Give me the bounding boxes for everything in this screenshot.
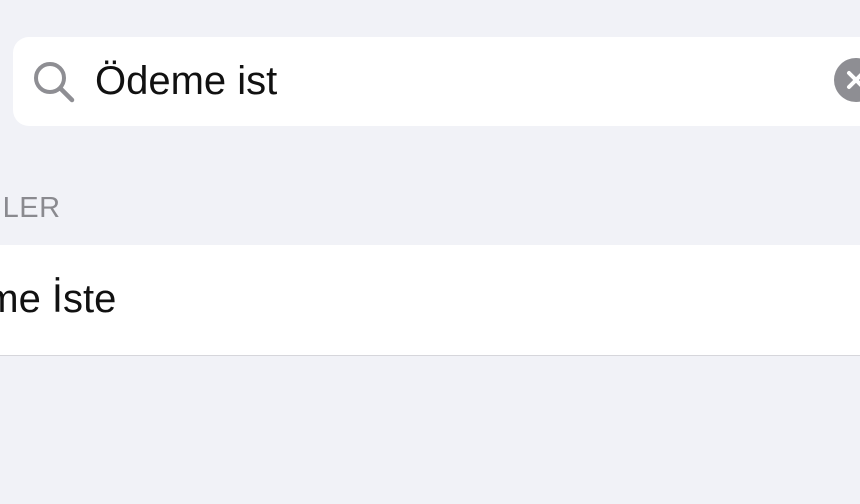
results-section-header: MLER: [0, 192, 61, 224]
list-item[interactable]: eme İste: [0, 245, 860, 356]
clear-x-icon: [847, 71, 860, 89]
search-input[interactable]: Ödeme ist: [95, 57, 277, 105]
search-screen: Ödeme ist MLER eme İste: [0, 0, 860, 504]
search-icon: [31, 59, 77, 105]
list-item-label: eme İste: [0, 277, 117, 321]
clear-search-button[interactable]: [834, 58, 860, 102]
